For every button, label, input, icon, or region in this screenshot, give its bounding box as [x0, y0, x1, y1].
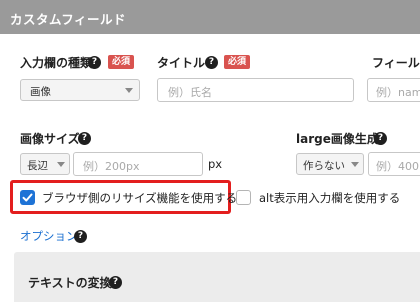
help-icon[interactable]: ? — [109, 276, 122, 289]
field-name-label: フィールド — [372, 56, 420, 70]
image-size-unit: px — [208, 157, 223, 171]
title-label: タイトル — [157, 56, 206, 70]
image-size-side-value: 長辺 — [27, 160, 48, 172]
required-badge: 必須 — [108, 55, 135, 69]
section-header: カスタムフィールド — [0, 0, 420, 34]
field-type-value: 画像 — [30, 86, 51, 98]
large-image-value: 作らない — [303, 160, 345, 172]
large-image-input[interactable]: 例）400p — [368, 152, 420, 176]
chevron-down-icon — [351, 162, 359, 167]
browser-resize-label: ブラウザ側のリサイズ機能を使用する — [42, 191, 238, 205]
large-image-placeholder: 例）400p — [376, 160, 420, 173]
help-icon[interactable]: ? — [74, 230, 87, 243]
field-name-placeholder: 例）name — [376, 86, 420, 99]
text-convert-panel: テキストの変換 ? — [14, 252, 420, 302]
help-icon[interactable]: ? — [205, 56, 218, 69]
field-type-label: 入力欄の種類 — [20, 56, 93, 70]
field-name-input[interactable]: 例）name — [367, 78, 420, 102]
chevron-down-icon — [57, 162, 65, 167]
field-type-select[interactable]: 画像 — [20, 79, 140, 101]
image-size-placeholder: 例）200px — [83, 160, 140, 173]
chevron-down-icon — [125, 88, 133, 93]
check-icon — [22, 193, 33, 202]
help-icon[interactable]: ? — [374, 132, 387, 145]
large-image-label: large画像生成 — [296, 132, 379, 146]
alt-input-label: alt表示用入力欄を使用する — [259, 191, 401, 205]
title-placeholder: 例）氏名 — [168, 86, 212, 99]
help-icon[interactable]: ? — [78, 132, 91, 145]
large-image-select[interactable]: 作らない — [296, 153, 364, 175]
section-title: カスタムフィールド — [10, 12, 127, 27]
image-size-side-select[interactable]: 長辺 — [20, 153, 70, 175]
help-icon[interactable]: ? — [88, 56, 101, 69]
browser-resize-checkbox[interactable] — [20, 190, 35, 205]
text-convert-label: テキストの変換 — [28, 276, 112, 290]
image-size-label: 画像サイズ — [20, 132, 80, 146]
image-size-input[interactable]: 例）200px — [73, 152, 203, 176]
options-link[interactable]: オプション — [20, 228, 78, 244]
title-input[interactable]: 例）氏名 — [157, 78, 354, 102]
alt-input-checkbox[interactable] — [236, 190, 251, 205]
required-badge: 必須 — [224, 55, 251, 69]
